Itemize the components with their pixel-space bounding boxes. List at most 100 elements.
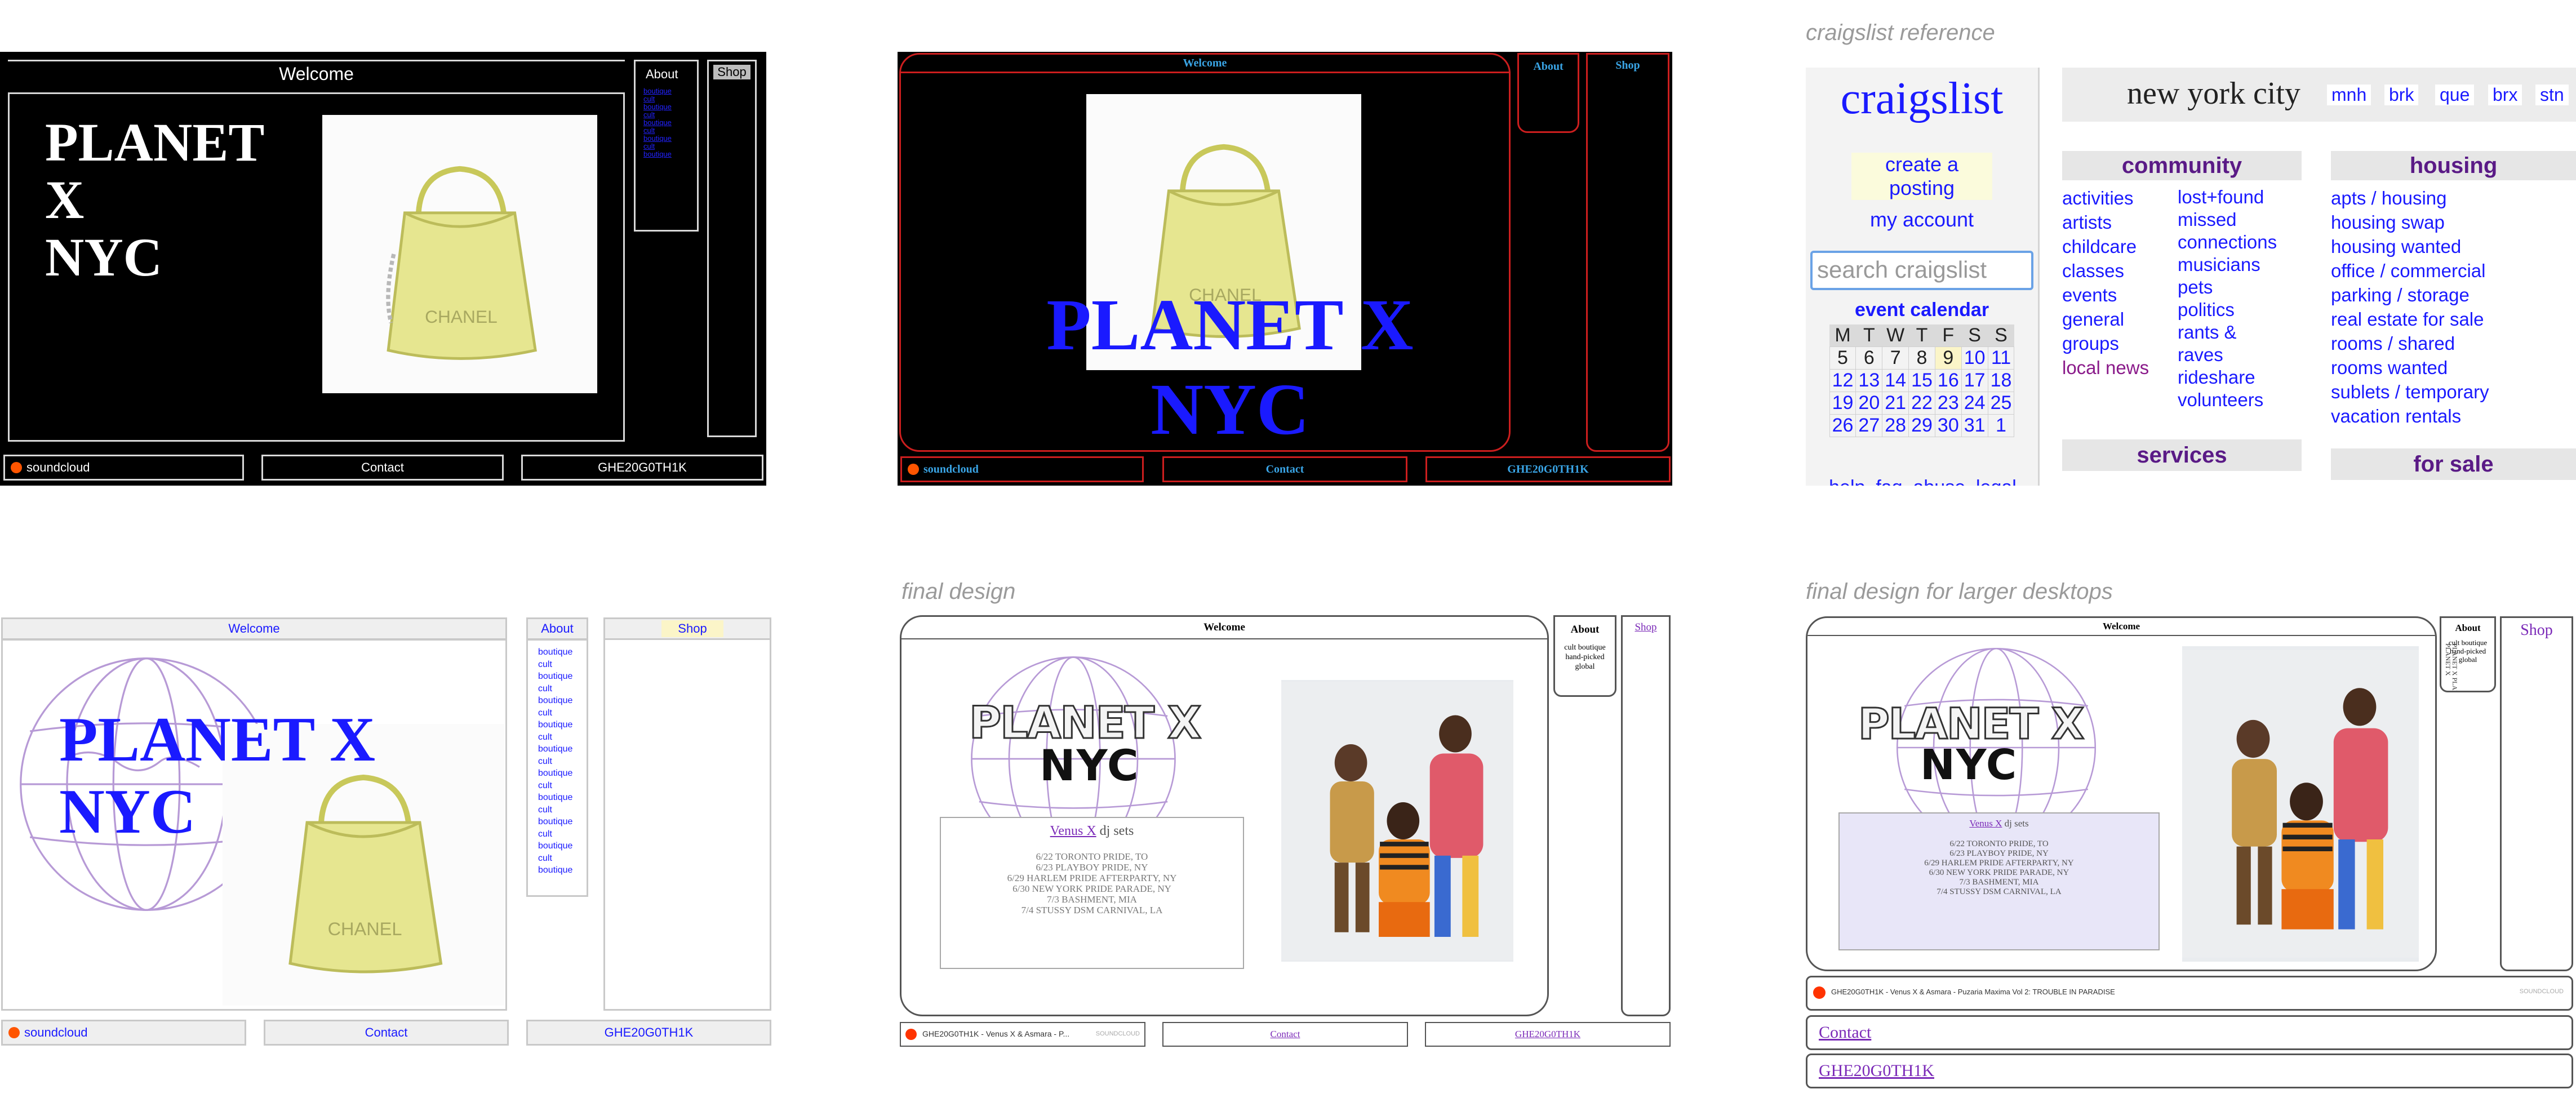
about-item[interactable]: boutique <box>538 719 587 731</box>
cl-link[interactable]: childcare <box>2062 234 2169 259</box>
cl-link[interactable]: vacation rentals <box>2331 404 2576 428</box>
cl-search-input[interactable]: search craigslist <box>1810 251 2033 290</box>
welcome-bar[interactable]: Welcome <box>901 617 1547 639</box>
cal-day[interactable]: 8 <box>1908 346 1935 370</box>
about-item[interactable]: boutique <box>538 646 587 659</box>
cal-day[interactable]: 30 <box>1934 414 1962 437</box>
about-item[interactable]: boutique <box>643 150 697 158</box>
cl-housing-title[interactable]: housing <box>2331 151 2576 180</box>
about-item[interactable]: cult <box>538 780 587 792</box>
handle-button[interactable]: GHE20G0TH1K <box>1425 456 1671 482</box>
cl-create-posting[interactable]: create a posting <box>1851 153 1992 200</box>
about-item[interactable]: cult <box>538 731 587 744</box>
cal-day[interactable]: 5 <box>1829 346 1857 370</box>
cl-link[interactable]: pets <box>2178 276 2279 299</box>
about-item[interactable]: boutique <box>538 792 587 804</box>
about-item[interactable]: boutique <box>643 103 697 111</box>
about-tab[interactable]: About <box>636 61 697 87</box>
cal-day[interactable]: 31 <box>1961 414 1988 437</box>
about-tab[interactable]: About <box>1555 617 1615 636</box>
about-item[interactable]: boutique <box>643 135 697 143</box>
cl-link[interactable]: rooms wanted <box>2331 355 2576 380</box>
cal-day[interactable]: 24 <box>1961 392 1988 415</box>
shop-panel[interactable]: Shop <box>1586 53 1669 452</box>
about-tab[interactable]: About <box>526 617 588 640</box>
welcome-bar[interactable]: Welcome <box>8 60 625 86</box>
handle-button[interactable]: GHE20G0TH1K <box>1806 1053 2573 1088</box>
cal-day[interactable]: 21 <box>1882 392 1909 415</box>
about-item[interactable]: cult <box>643 95 697 103</box>
shop-panel[interactable]: Shop <box>1621 615 1671 1016</box>
dj-title-link[interactable]: Venus X <box>1050 824 1096 838</box>
about-item[interactable]: boutique <box>538 743 587 755</box>
cal-day[interactable]: 6 <box>1855 346 1883 370</box>
handle-button[interactable]: GHE20G0TH1K <box>1425 1022 1671 1047</box>
cl-borough[interactable]: brx <box>2488 85 2522 105</box>
cal-day[interactable]: 18 <box>1987 369 2015 392</box>
about-item[interactable]: cult <box>538 755 587 768</box>
cl-link[interactable]: classes <box>2062 259 2169 283</box>
cl-link[interactable]: general <box>2062 307 2169 331</box>
about-item[interactable]: boutique <box>538 767 587 780</box>
cal-day[interactable]: 19 <box>1829 392 1857 415</box>
about-item[interactable]: boutique <box>538 695 587 707</box>
cl-link[interactable]: parking / storage <box>2331 283 2576 307</box>
about-item[interactable]: boutique <box>643 87 697 95</box>
cal-day[interactable]: 1 <box>1987 414 2015 437</box>
cl-link[interactable]: rooms / shared <box>2331 331 2576 355</box>
about-item[interactable]: cult <box>643 111 697 119</box>
shop-tab[interactable]: Shop <box>713 65 750 79</box>
cl-link[interactable]: politics <box>2178 299 2279 321</box>
about-item[interactable]: cult <box>538 828 587 841</box>
cl-borough[interactable]: brk <box>2384 85 2419 105</box>
soundcloud-logo[interactable]: SOUNDCLOUD <box>2520 988 2564 995</box>
cal-day[interactable]: 16 <box>1934 369 1962 392</box>
cal-day[interactable]: 14 <box>1882 369 1909 392</box>
cal-day[interactable]: 9 <box>1934 346 1962 370</box>
about-item[interactable]: cult <box>538 683 587 695</box>
cl-borough[interactable]: stn <box>2535 85 2569 105</box>
cl-services-title[interactable]: services <box>2062 439 2302 471</box>
cl-link[interactable]: groups <box>2062 331 2169 355</box>
dj-title-link[interactable]: Venus X <box>1969 818 2002 829</box>
about-item[interactable]: boutique <box>538 864 587 877</box>
cl-bottom-links[interactable]: help faq abuse legal <box>1806 477 2040 486</box>
cal-day[interactable]: 25 <box>1987 392 2015 415</box>
welcome-bar[interactable]: Welcome <box>899 53 1511 73</box>
cl-borough[interactable]: que <box>2435 85 2475 105</box>
cl-link[interactable]: real estate for sale <box>2331 307 2576 331</box>
cal-day[interactable]: 28 <box>1882 414 1909 437</box>
cl-link[interactable]: sublets / temporary <box>2331 380 2576 404</box>
about-item[interactable]: cult <box>643 143 697 150</box>
bag-photo[interactable]: CHANEL <box>322 115 597 393</box>
cal-day[interactable]: 29 <box>1908 414 1935 437</box>
cal-day[interactable]: 12 <box>1829 369 1857 392</box>
cl-link[interactable]: rants & raves <box>2178 321 2279 366</box>
cl-link[interactable]: volunteers <box>2178 389 2279 411</box>
cl-for-sale-title[interactable]: for sale <box>2331 448 2576 480</box>
welcome-bar[interactable]: Welcome <box>1807 618 2435 636</box>
cl-link[interactable]: rideshare <box>2178 366 2279 389</box>
cal-day[interactable]: 20 <box>1855 392 1883 415</box>
soundcloud-player[interactable]: GHE20G0TH1K - Venus X & Asmara - Puzaria… <box>1806 976 2573 1011</box>
cl-link[interactable]: activities <box>2062 186 2169 210</box>
cal-day[interactable]: 15 <box>1908 369 1935 392</box>
cl-link[interactable]: housing swap <box>2331 210 2576 234</box>
cal-day[interactable]: 7 <box>1882 346 1909 370</box>
about-item[interactable]: boutique <box>538 816 587 828</box>
play-icon[interactable] <box>1813 986 1826 999</box>
cl-link[interactable]: office / commercial <box>2331 259 2576 283</box>
contact-button[interactable]: Contact <box>1806 1015 2573 1050</box>
cl-link[interactable]: apts / housing <box>2331 186 2576 210</box>
shop-panel[interactable]: Shop <box>2500 616 2573 971</box>
cal-day[interactable]: 26 <box>1829 414 1857 437</box>
handle-button[interactable]: GHE20G0TH1K <box>526 1020 771 1046</box>
soundcloud-button[interactable]: soundcloud <box>3 455 244 481</box>
play-icon[interactable] <box>905 1029 917 1040</box>
cal-day[interactable]: 11 <box>1987 346 2015 370</box>
cl-community-title[interactable]: community <box>2062 151 2302 180</box>
contact-button[interactable]: Contact <box>264 1020 509 1046</box>
about-item[interactable]: cult <box>538 852 587 865</box>
cl-logo[interactable]: craigslist <box>1806 73 2038 125</box>
about-item[interactable]: cult <box>538 707 587 719</box>
